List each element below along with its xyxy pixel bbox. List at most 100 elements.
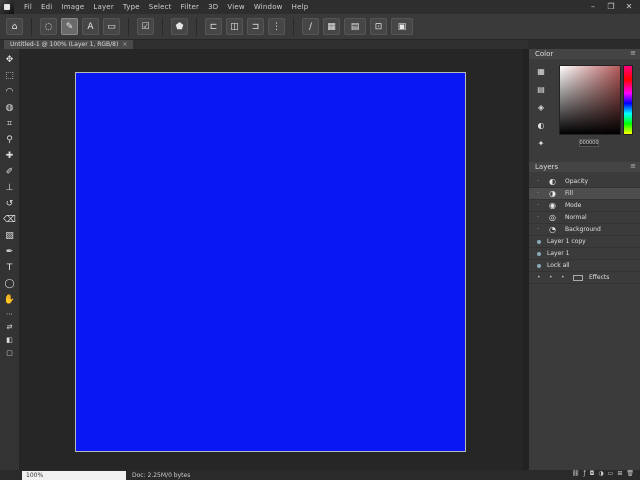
- swap-colors-icon[interactable]: ⇄: [3, 322, 17, 332]
- eyedropper-icon[interactable]: ⚲: [3, 133, 17, 146]
- shape-icon[interactable]: ⬟: [171, 18, 188, 35]
- more-tools-icon[interactable]: ⋯: [3, 309, 17, 319]
- move-tool-icon[interactable]: ✥: [3, 53, 17, 66]
- layer-row[interactable]: · ◐ Opacity: [529, 176, 640, 188]
- fx-icon[interactable]: ƒ: [584, 470, 586, 477]
- layer-row[interactable]: · ◔ Background: [529, 224, 640, 236]
- menu-select[interactable]: Select: [149, 3, 172, 11]
- adjustment-icon[interactable]: ◑: [598, 470, 603, 477]
- hand-tool-icon[interactable]: ✋: [3, 293, 17, 306]
- folder-icon[interactable]: ▭: [608, 470, 614, 477]
- layer-label: Layer 1 copy: [547, 238, 586, 245]
- quick-select-icon[interactable]: ◍: [3, 101, 17, 114]
- swatches-icon[interactable]: ▦: [535, 65, 547, 77]
- pattern-icon[interactable]: ◈: [535, 101, 547, 113]
- screen-mode-icon[interactable]: ▢: [3, 348, 17, 358]
- layer-row[interactable]: • • • Effects: [529, 272, 640, 284]
- style-icon[interactable]: ✦: [535, 137, 547, 149]
- frame-icon[interactable]: ▭: [103, 18, 120, 35]
- visibility-icon[interactable]: ·: [537, 214, 543, 221]
- canvas-workspace[interactable]: [20, 49, 523, 470]
- brush-tool-icon[interactable]: ✎: [61, 18, 78, 35]
- ellipse-tool-icon[interactable]: ◯: [3, 277, 17, 290]
- hex-value-field[interactable]: 000000: [579, 139, 599, 147]
- link-layers-icon[interactable]: ⛓: [572, 470, 580, 477]
- color-panel: ▦ ▤ ◈ ◐ ✦ 000000: [529, 59, 640, 162]
- close-tab-icon[interactable]: ×: [122, 41, 127, 48]
- text-tool-icon[interactable]: A: [82, 18, 99, 35]
- lock-icon[interactable]: •: [561, 274, 567, 281]
- home-icon[interactable]: ⌂: [6, 18, 23, 35]
- align-right-icon[interactable]: ⊐: [247, 18, 264, 35]
- type-tool-icon[interactable]: T: [3, 261, 17, 274]
- path-icon[interactable]: ⊡: [370, 18, 387, 35]
- slice-icon[interactable]: ▦: [323, 18, 340, 35]
- menu-type[interactable]: Type: [123, 3, 140, 11]
- layout-icon[interactable]: ▣: [391, 18, 413, 35]
- layer-row[interactable]: · ◎ Normal: [529, 212, 640, 224]
- visibility-icon[interactable]: •: [537, 274, 543, 281]
- menu-layer[interactable]: Layer: [93, 3, 114, 11]
- eraser-icon[interactable]: ⌫: [3, 213, 17, 226]
- layer-dot-icon: [537, 239, 541, 244]
- trash-icon[interactable]: 🗑: [626, 470, 634, 477]
- stamp-icon[interactable]: ⊥: [3, 181, 17, 194]
- menu-bar: Fil Edi Image Layer Type Select Filter 3…: [0, 0, 640, 14]
- gradient-panel-icon[interactable]: ▤: [535, 83, 547, 95]
- lasso-icon[interactable]: ◌: [40, 18, 57, 35]
- menu-edit[interactable]: Edi: [41, 3, 52, 11]
- menu-view[interactable]: View: [227, 3, 244, 11]
- history-brush-icon[interactable]: ↺: [3, 197, 17, 210]
- align-left-icon[interactable]: ⊏: [205, 18, 222, 35]
- menu-file[interactable]: Fil: [24, 3, 32, 11]
- panel-menu-icon[interactable]: ≡: [630, 49, 636, 57]
- mask-icon[interactable]: ◘: [590, 470, 595, 477]
- color-picker-field[interactable]: [559, 65, 621, 135]
- zoom-field[interactable]: 100%: [22, 470, 126, 480]
- pen-icon[interactable]: ∕: [302, 18, 319, 35]
- link-icon[interactable]: •: [549, 274, 555, 281]
- minimize-button[interactable]: –: [588, 1, 598, 11]
- hue-slider[interactable]: [623, 65, 633, 135]
- layer-dot-icon: [537, 251, 541, 256]
- divider: [31, 17, 32, 36]
- visibility-icon[interactable]: ·: [537, 226, 543, 233]
- brush-icon[interactable]: ✐: [3, 165, 17, 178]
- healing-brush-icon[interactable]: ✚: [3, 149, 17, 162]
- right-panel: Color ≡ ▦ ▤ ◈ ◐ ✦ 000000 Layers ≡ · ◐ Op…: [528, 49, 640, 470]
- marquee-tool-icon[interactable]: ⬚: [3, 69, 17, 82]
- menu-filter[interactable]: Filter: [181, 3, 200, 11]
- layer-dot-icon: [537, 263, 541, 268]
- menu-3d[interactable]: 3D: [208, 3, 218, 11]
- lasso-tool-icon[interactable]: ◠: [3, 85, 17, 98]
- layer-row[interactable]: Layer 1: [529, 248, 640, 260]
- visibility-icon[interactable]: ·: [537, 190, 543, 197]
- align-center-icon[interactable]: ◫: [226, 18, 243, 35]
- menu-window[interactable]: Window: [254, 3, 283, 11]
- document-tab[interactable]: Untitled-1 @ 100% (Layer 1, RGB/8) ×: [4, 40, 134, 49]
- distribute-icon[interactable]: ⋮: [268, 18, 285, 35]
- panel-menu-icon[interactable]: ≡: [630, 162, 636, 170]
- document-tabs: Untitled-1 @ 100% (Layer 1, RGB/8) ×: [0, 40, 528, 49]
- checkbox-icon[interactable]: ☑: [137, 18, 154, 35]
- quick-mask-icon[interactable]: ◧: [3, 335, 17, 345]
- new-layer-icon[interactable]: ⊞: [617, 470, 622, 477]
- layer-row[interactable]: · ◉ Mode: [529, 200, 640, 212]
- pen-tool-icon[interactable]: ✒: [3, 245, 17, 258]
- document-canvas[interactable]: [75, 72, 466, 452]
- layer-row[interactable]: · ◑ Fill: [529, 188, 640, 200]
- menu-help[interactable]: Help: [292, 3, 309, 11]
- gradient-icon[interactable]: ▧: [3, 229, 17, 242]
- close-button[interactable]: ✕: [624, 1, 634, 11]
- menu-image[interactable]: Image: [61, 3, 84, 11]
- layer-row[interactable]: Layer 1 copy: [529, 236, 640, 248]
- adjust-icon[interactable]: ◐: [535, 119, 547, 131]
- visibility-icon[interactable]: ·: [537, 178, 543, 185]
- visibility-icon[interactable]: ·: [537, 202, 543, 209]
- grid-icon[interactable]: ▤: [344, 18, 366, 35]
- color-panel-icons: ▦ ▤ ◈ ◐ ✦: [535, 65, 547, 149]
- crop-tool-icon[interactable]: ⌗: [3, 117, 17, 130]
- restore-button[interactable]: ❐: [606, 1, 616, 11]
- layer-row[interactable]: Lock all: [529, 260, 640, 272]
- layer-label: Opacity: [565, 178, 589, 185]
